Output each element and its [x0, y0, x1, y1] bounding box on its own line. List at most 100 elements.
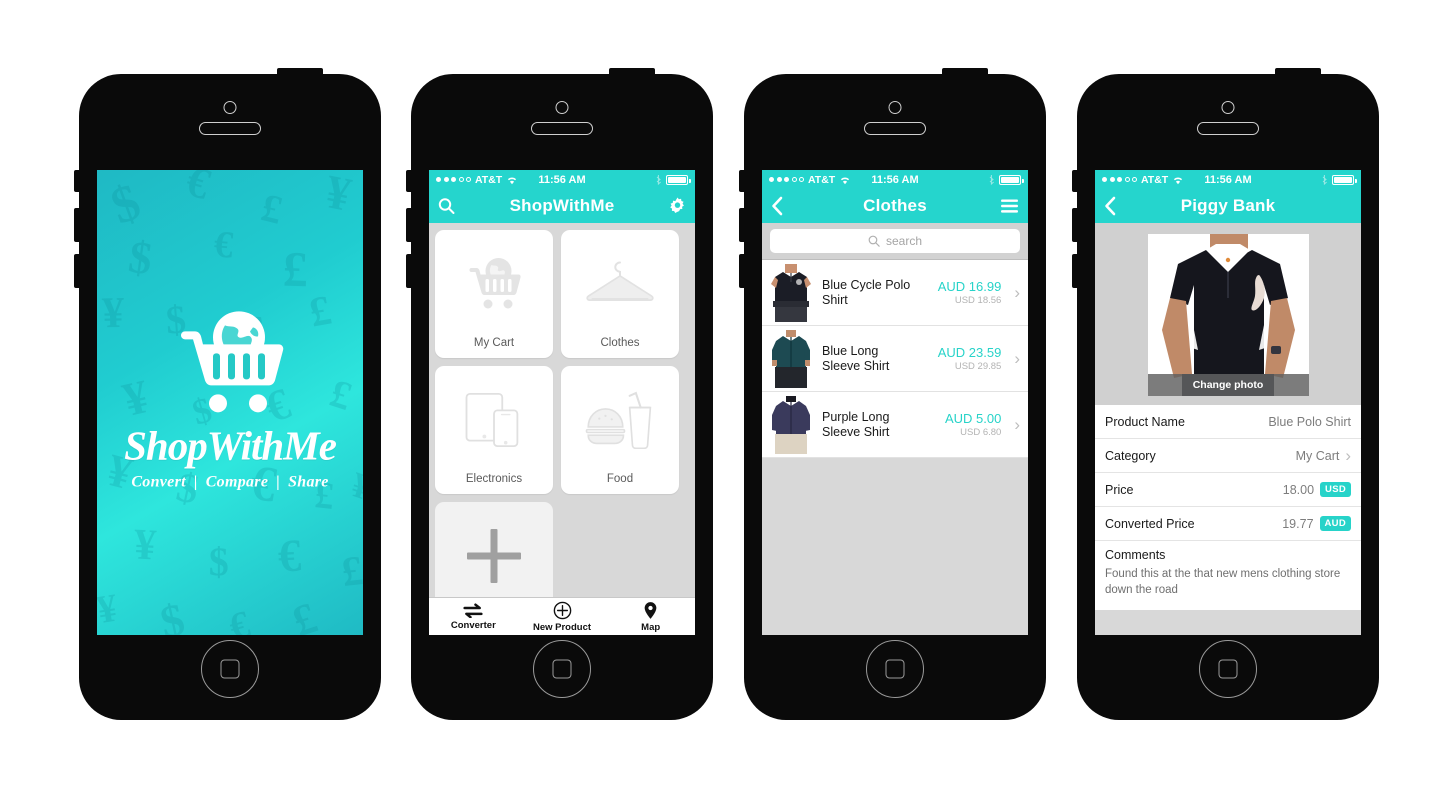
tagline-share: Share [288, 472, 329, 490]
tablet-phone-icon [465, 392, 519, 447]
currency-symbol: € [212, 223, 235, 267]
signal-dots-icon [436, 177, 471, 182]
table-row[interactable]: Blue Cycle Polo Shirt AUD 16.99 USD 18.5… [762, 260, 1028, 326]
front-camera-icon [223, 101, 237, 114]
back-button[interactable] [1104, 196, 1116, 216]
phone-antenna-nub [609, 68, 655, 80]
product-photo[interactable]: Change photo [1147, 234, 1309, 396]
tagline-compare: Compare [205, 472, 269, 490]
product-name-line-2: Shirt [822, 292, 848, 307]
list-navbar: Clothes [762, 189, 1028, 223]
currency-symbol: £ [339, 548, 363, 597]
carrier-label: AT&T [1141, 173, 1169, 186]
home-button-square-icon [1218, 659, 1238, 679]
exchange-arrows-icon [463, 602, 483, 618]
settings-button[interactable] [669, 197, 686, 215]
signal-dots-icon [1102, 177, 1137, 182]
tile-food[interactable]: Food [561, 366, 679, 494]
splash-screen: $€£¥$€£¥$€£¥$€£¥$€£¥$€£¥$€£¥ [97, 170, 363, 635]
clothes-hanger-icon [586, 260, 654, 301]
volume-down-button[interactable] [74, 254, 79, 288]
hamburger-menu-icon [1001, 199, 1018, 213]
menu-button[interactable] [1000, 199, 1019, 214]
phone-product-list: AT&T 11:56 AM Clothes search Blue Cycle … [739, 68, 1046, 720]
status-bar: AT&T 11:56 AM [429, 170, 695, 189]
screenshot-stage: $€£¥$€£¥$€£¥$€£¥$€£¥$€£¥$€£¥ [0, 0, 1454, 800]
currency-badge-usd[interactable]: USD [1320, 482, 1351, 497]
price-secondary: USD 18.56 [954, 295, 1002, 306]
tab-label: New Product [532, 621, 592, 633]
silent-switch[interactable] [406, 170, 411, 192]
back-button[interactable] [771, 196, 783, 216]
splash-content: ShopWithMe Convert | Compare | Share [97, 307, 363, 491]
product-detail-list: Product Name Blue Polo Shirt Category My… [1095, 405, 1361, 611]
search-bar: search [762, 223, 1028, 260]
home-button[interactable] [201, 640, 259, 698]
volume-up-button[interactable] [739, 208, 744, 242]
blue-polo-shirt-photo-icon [1147, 234, 1309, 396]
phone-antenna-nub [1275, 68, 1321, 80]
price-primary: AUD 5.00 [944, 411, 1002, 426]
home-screen: AT&T 11:56 AM ShopWithMe My Cart Clothes… [429, 170, 695, 635]
volume-down-button[interactable] [1072, 254, 1077, 288]
signal-dots-icon [769, 177, 804, 182]
tab-map[interactable]: Map [606, 598, 695, 635]
phone-antenna-nub [942, 68, 988, 80]
change-photo-button[interactable]: Change photo [1147, 374, 1309, 396]
carrier-label: AT&T [475, 173, 503, 186]
currency-symbol: € [276, 529, 303, 582]
detail-row-product-name: Product Name Blue Polo Shirt [1095, 405, 1361, 439]
table-row[interactable]: Blue Long Sleeve Shirt AUD 23.59 USD 29.… [762, 326, 1028, 392]
tile-electronics[interactable]: Electronics [435, 366, 553, 494]
volume-down-button[interactable] [406, 254, 411, 288]
search-button[interactable] [438, 198, 455, 215]
tile-label: Food [606, 473, 634, 485]
detail-value: 18.00 [1282, 482, 1315, 497]
status-bar-left: AT&T [436, 174, 518, 186]
bluetooth-icon [1322, 175, 1327, 185]
currency-symbol: $ [103, 173, 148, 237]
circled-plus-icon [553, 601, 571, 619]
search-input[interactable]: search [770, 229, 1020, 253]
home-button[interactable] [533, 640, 591, 698]
silent-switch[interactable] [1072, 170, 1077, 192]
tab-bar: Converter New Product Map [429, 597, 695, 635]
battery-icon [1332, 174, 1357, 185]
tile-icon-wrap [461, 230, 527, 337]
silent-switch[interactable] [739, 170, 744, 192]
phone-splash: $€£¥$€£¥$€£¥$€£¥$€£¥$€£¥$€£¥ [74, 68, 381, 720]
tab-converter[interactable]: Converter [429, 598, 518, 635]
blue-long-sleeve-photo-icon [769, 329, 813, 388]
volume-up-button[interactable] [406, 208, 411, 242]
comments-title: Comments [1105, 548, 1166, 562]
chevron-right-icon: › [1014, 283, 1020, 302]
volume-up-button[interactable] [74, 208, 79, 242]
tile-label: My Cart [473, 337, 515, 349]
volume-up-button[interactable] [1072, 208, 1077, 242]
tile-my-cart[interactable]: My Cart [435, 230, 553, 358]
silent-switch[interactable] [74, 170, 79, 192]
product-thumbnail [769, 329, 813, 388]
detail-value: My Cart [1295, 448, 1340, 463]
tab-new-product[interactable]: New Product [518, 598, 607, 635]
tile-clothes[interactable]: Clothes [561, 230, 679, 358]
product-name: Blue Long Sleeve Shirt [822, 344, 929, 374]
volume-down-button[interactable] [739, 254, 744, 288]
tile-icon-wrap [461, 366, 527, 473]
detail-label: Converted Price [1105, 516, 1195, 531]
product-name: Purple Long Sleeve Shirt [822, 410, 936, 440]
product-list: Blue Cycle Polo Shirt AUD 16.99 USD 18.5… [762, 260, 1028, 458]
status-bar: AT&T 11:56 AM [762, 170, 1028, 189]
currency-badge-aud[interactable]: AUD [1319, 516, 1351, 531]
page-title: Piggy Bank [1180, 196, 1276, 215]
table-row[interactable]: Purple Long Sleeve Shirt AUD 5.00 USD 6.… [762, 392, 1028, 458]
detail-row-converted-price: Converted Price 19.77 AUD [1095, 507, 1361, 541]
brand-tagline: Convert | Compare | Share [97, 473, 363, 491]
detail-label: Price [1105, 482, 1134, 497]
detail-value-wrap: 19.77 AUD [1282, 516, 1351, 531]
brand-title: ShopWithMe [124, 421, 337, 468]
home-button[interactable] [1199, 640, 1257, 698]
detail-row-category[interactable]: Category My Cart › [1095, 439, 1361, 473]
burger-drink-icon [585, 391, 652, 449]
home-button[interactable] [866, 640, 924, 698]
